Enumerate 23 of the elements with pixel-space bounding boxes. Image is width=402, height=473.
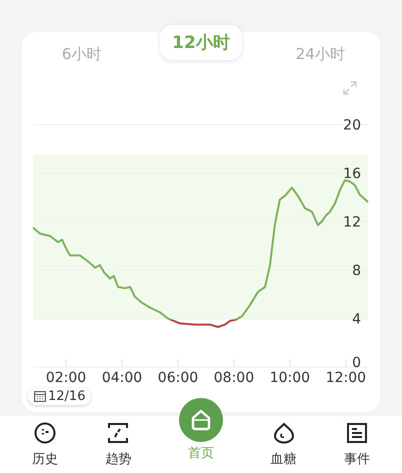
- expand-icon[interactable]: [342, 80, 358, 96]
- date-chip[interactable]: 12/16: [28, 388, 92, 405]
- nav-tab[interactable]: 历史: [28, 416, 62, 468]
- chart-frame-icon: [106, 421, 130, 445]
- x-axis-label: 02:00: [46, 370, 86, 386]
- y-axis-label: 12: [343, 214, 361, 230]
- y-axis-label: 4: [352, 312, 361, 328]
- calendar-icon: [34, 391, 46, 402]
- x-axis-label: 10:00: [270, 370, 310, 386]
- dial-icon: [32, 421, 57, 445]
- drop-icon: [272, 421, 296, 445]
- x-axis-label: 08:00: [214, 370, 254, 386]
- y-axis-label: 16: [343, 166, 361, 182]
- document-icon: [345, 421, 370, 445]
- y-axis-label: 0: [352, 355, 361, 371]
- nav-tab[interactable]: 血糖: [266, 416, 301, 468]
- x-axis-label: 04:00: [102, 370, 142, 386]
- x-axis-label: 06:00: [158, 370, 198, 386]
- y-axis-label: 20: [343, 118, 361, 134]
- x-axis-label: 12:00: [326, 370, 366, 386]
- nav-tab[interactable]: 趋势: [101, 416, 136, 468]
- y-axis-label: 8: [352, 263, 361, 279]
- nav-tab[interactable]: 事件: [340, 416, 374, 468]
